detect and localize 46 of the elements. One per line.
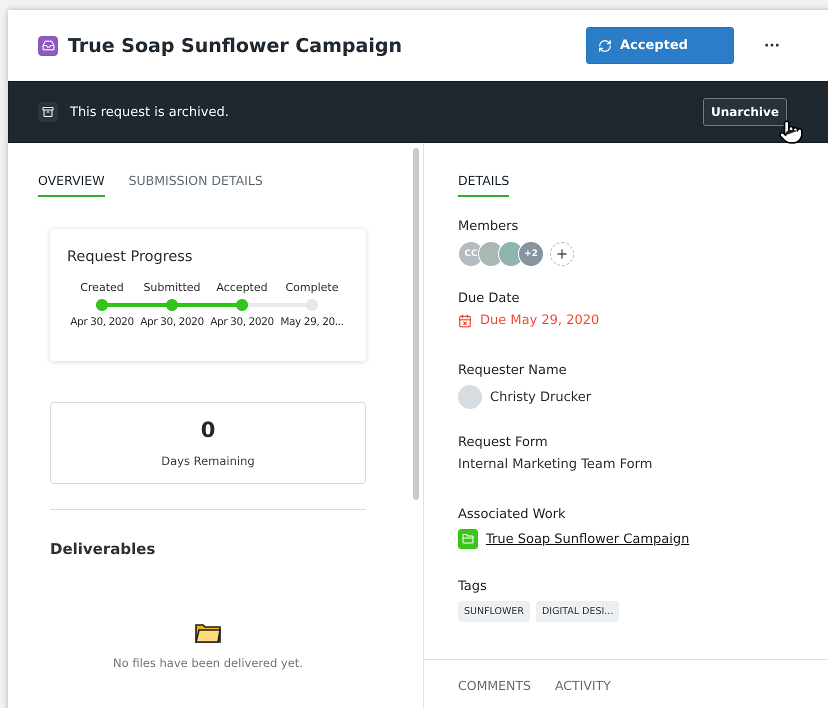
form-name: Internal Marketing Team Form: [458, 457, 654, 472]
step-date: Apr 30, 2020: [140, 316, 204, 328]
step-date: May 29, 20...: [280, 316, 344, 328]
field-label: Requester Name: [458, 363, 568, 378]
page-title: True Soap Sunflower Campaign: [68, 34, 403, 56]
step-label: Submitted: [143, 281, 201, 294]
scrollbar-thumb[interactable]: [413, 148, 419, 500]
plus-icon: [555, 247, 569, 261]
status-button[interactable]: Accepted: [586, 27, 734, 64]
tab[interactable]: DETAILS: [458, 173, 510, 197]
hand-cursor-icon: [778, 119, 804, 145]
step-label: Created: [80, 281, 124, 294]
tag[interactable]: SUNFLOWER: [458, 601, 530, 622]
section-title: Deliverables: [50, 540, 156, 558]
refresh-icon: [598, 38, 612, 52]
days-count: 0: [200, 418, 216, 442]
empty-message: No files have been delivered yet.: [113, 656, 303, 670]
tab[interactable]: COMMENTS: [458, 678, 531, 702]
due-date: Due May 29, 2020: [480, 313, 600, 328]
card-title: Request Progress: [67, 249, 194, 265]
field-label: Due Date: [458, 291, 520, 306]
request-icon: [38, 36, 58, 56]
calendar-icon: [458, 314, 472, 328]
step-date: Apr 30, 2020: [70, 316, 134, 328]
folder-icon: [458, 529, 478, 549]
step-label: Accepted: [216, 281, 268, 294]
field-label: Tags: [458, 579, 488, 594]
step-date: Apr 30, 2020: [210, 316, 274, 328]
add-member-button[interactable]: [550, 242, 574, 266]
more-button[interactable]: ···: [760, 34, 784, 58]
tab[interactable]: OVERVIEW: [38, 173, 105, 197]
tab[interactable]: ACTIVITY: [554, 678, 611, 702]
tab[interactable]: SUBMISSION DETAILS: [128, 173, 263, 197]
unarchive-button[interactable]: Unarchive: [702, 98, 787, 126]
field-label: Request Form: [458, 435, 549, 450]
folder-icon: [194, 622, 222, 644]
work-link[interactable]: True Soap Sunflower Campaign: [486, 532, 690, 546]
field-label: Associated Work: [458, 507, 567, 522]
step-label: Complete: [285, 281, 338, 294]
requester-avatar: [458, 385, 482, 409]
field-label: Members: [458, 219, 520, 234]
days-label: Days Remaining: [161, 454, 255, 468]
banner-message: This request is archived.: [70, 104, 230, 120]
requester-name: Christy Drucker: [490, 390, 592, 404]
archive-icon: [38, 102, 58, 122]
tag[interactable]: DIGITAL DESI...: [536, 601, 620, 622]
